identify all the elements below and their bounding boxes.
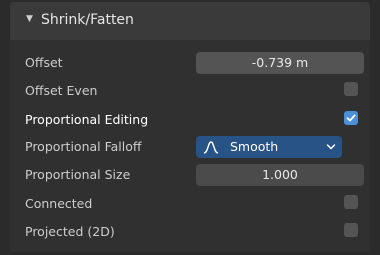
offset-field[interactable]: -0.739 m xyxy=(196,52,364,74)
connected-checkbox[interactable] xyxy=(344,195,358,209)
connected-row: Connected xyxy=(10,193,370,215)
shrink-fatten-panel: ▼ Shrink/Fatten Offset -0.739 m Offset E… xyxy=(10,2,370,252)
proportional-editing-checkbox[interactable] xyxy=(344,111,358,125)
proportional-falloff-row: Proportional Falloff Smooth xyxy=(10,136,370,158)
collapse-arrow-icon[interactable]: ▼ xyxy=(26,14,33,24)
checkmark-icon xyxy=(346,114,356,122)
chevron-down-icon xyxy=(326,144,336,150)
offset-label: Offset xyxy=(25,55,63,70)
connected-label: Connected xyxy=(25,196,93,211)
panel-header[interactable]: ▼ Shrink/Fatten xyxy=(10,2,370,40)
offset-row: Offset -0.739 m xyxy=(10,52,370,74)
smooth-falloff-icon xyxy=(203,141,219,154)
projected-checkbox[interactable] xyxy=(344,223,358,237)
panel-title: Shrink/Fatten xyxy=(41,12,134,28)
offset-even-checkbox[interactable] xyxy=(344,82,358,96)
proportional-size-row: Proportional Size 1.000 xyxy=(10,164,370,186)
offset-even-label: Offset Even xyxy=(25,83,98,98)
proportional-size-label: Proportional Size xyxy=(25,167,131,182)
offset-even-row: Offset Even xyxy=(10,80,370,102)
proportional-editing-row: Proportional Editing xyxy=(10,109,370,131)
proportional-falloff-label: Proportional Falloff xyxy=(25,139,142,154)
proportional-falloff-dropdown[interactable]: Smooth xyxy=(196,136,342,158)
projected-row: Projected (2D) xyxy=(10,221,370,243)
proportional-size-field[interactable]: 1.000 xyxy=(196,164,364,186)
proportional-editing-label: Proportional Editing xyxy=(25,112,149,127)
proportional-falloff-value: Smooth xyxy=(230,139,279,154)
projected-label: Projected (2D) xyxy=(25,224,115,239)
